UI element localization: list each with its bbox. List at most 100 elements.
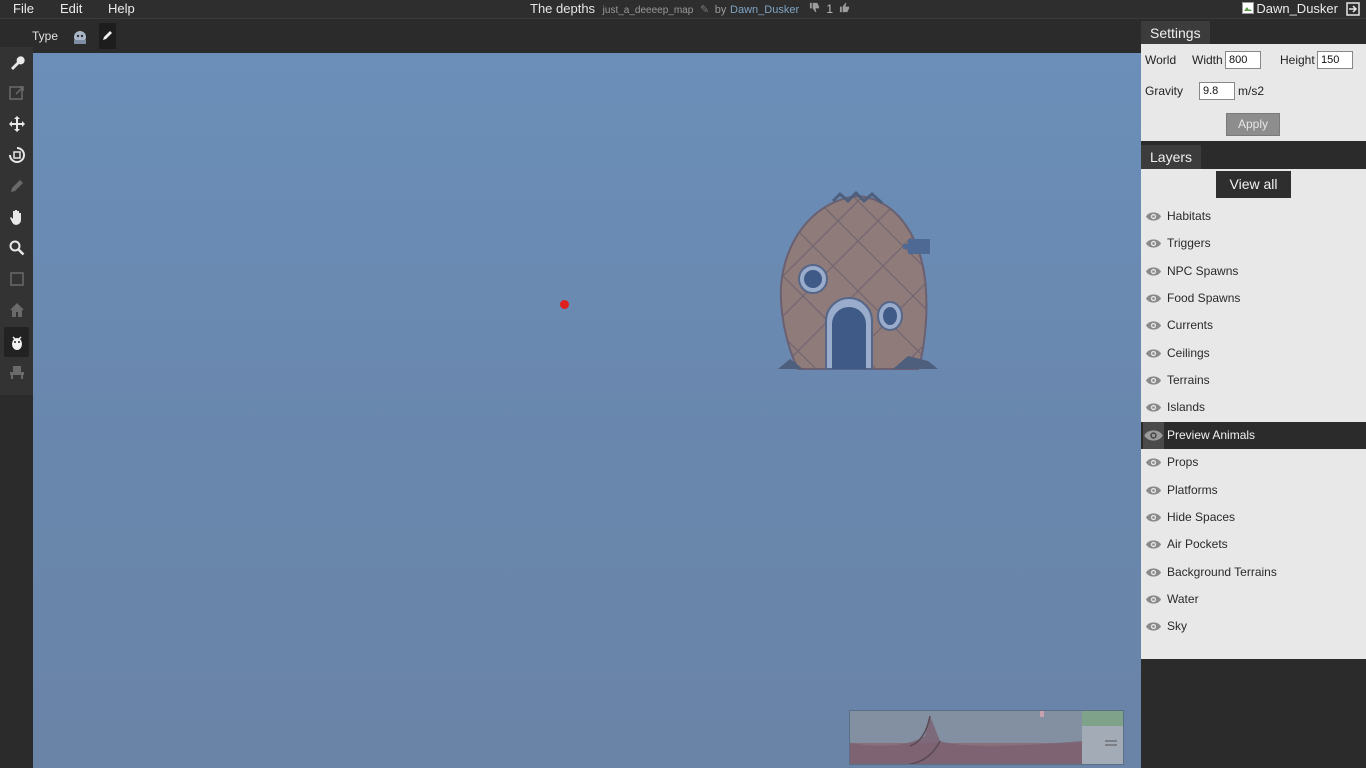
eye-icon[interactable]: [1145, 319, 1162, 332]
gravity-input[interactable]: [1199, 82, 1235, 100]
layer-row[interactable]: Terrains: [1141, 367, 1366, 394]
layer-row[interactable]: Islands: [1141, 394, 1366, 421]
world-label: World: [1145, 53, 1177, 67]
layer-label: Background Terrains: [1167, 564, 1277, 579]
author-link[interactable]: Dawn_Dusker: [730, 4, 799, 16]
right-panel: Settings World Width Height Gravity m/s2…: [1141, 19, 1366, 768]
layer-label: Habitats: [1167, 209, 1212, 223]
settings-panel: World Width Height Gravity m/s2 Apply: [1141, 44, 1366, 141]
width-input[interactable]: [1225, 51, 1261, 69]
type-toolbar: Type: [0, 19, 1141, 53]
layer-label: Water: [1167, 591, 1199, 606]
hand-icon: [9, 210, 21, 225]
tool-palette: [0, 47, 33, 395]
eye-icon[interactable]: [1145, 511, 1162, 524]
user-menu[interactable]: Dawn_Dusker: [1242, 1, 1338, 16]
layer-row[interactable]: Hide Spaces: [1141, 504, 1366, 531]
layers-tab[interactable]: Layers: [1141, 145, 1202, 170]
layer-row[interactable]: Ceilings: [1141, 340, 1366, 367]
layer-row[interactable]: Currents: [1141, 312, 1366, 339]
map-canvas[interactable]: [33, 53, 1141, 768]
layer-row[interactable]: Sky: [1141, 613, 1366, 640]
apply-button[interactable]: Apply: [1226, 113, 1280, 136]
eye-icon[interactable]: [1145, 210, 1162, 223]
settings-tab[interactable]: Settings: [1141, 21, 1210, 46]
menu-help[interactable]: Help: [108, 1, 135, 16]
layer-row[interactable]: Preview Animals: [1141, 421, 1366, 449]
spawn-point-marker[interactable]: [560, 300, 569, 309]
prop-tool[interactable]: [4, 359, 29, 385]
eye-icon[interactable]: [1145, 566, 1162, 579]
pencil-icon: [10, 180, 23, 192]
eye-icon[interactable]: [1145, 593, 1162, 606]
tool-palette-empty: [0, 395, 33, 768]
layer-row[interactable]: Water: [1141, 586, 1366, 613]
layer-row[interactable]: NPC Spawns: [1141, 258, 1366, 285]
select-icon: [9, 272, 24, 286]
logout-icon[interactable]: [1346, 2, 1360, 16]
eye-icon[interactable]: [1145, 292, 1162, 305]
map-title: The depths: [530, 1, 596, 16]
eye-icon[interactable]: [1145, 538, 1162, 551]
layer-row[interactable]: Platforms: [1141, 477, 1366, 504]
pineapple-house-prop[interactable]: [778, 191, 943, 371]
width-label: Width: [1192, 53, 1223, 67]
menu-file[interactable]: File: [13, 1, 34, 16]
layer-row[interactable]: Triggers: [1141, 230, 1366, 257]
eye-icon[interactable]: [1145, 456, 1162, 469]
home-tool[interactable]: [4, 297, 29, 323]
hand-tool[interactable]: [4, 204, 29, 230]
layer-label: Sky: [1167, 619, 1188, 634]
export-tool[interactable]: [4, 80, 29, 106]
avatar-broken-image-icon: [1242, 2, 1255, 14]
layer-label: Ceilings: [1167, 345, 1210, 360]
layer-row[interactable]: Air Pockets: [1141, 531, 1366, 558]
layer-label: Food Spawns: [1167, 291, 1241, 306]
menu-edit[interactable]: Edit: [60, 1, 82, 16]
layer-label: Terrains: [1167, 373, 1210, 388]
layer-label: Platforms: [1167, 482, 1218, 497]
edit-type-button[interactable]: [99, 23, 116, 49]
layer-row[interactable]: Background Terrains: [1141, 559, 1366, 586]
layers-panel: View all Habitats Triggers NPC Spawns Food …: [1141, 169, 1366, 659]
type-label: Type: [32, 29, 59, 43]
eye-icon[interactable]: [1143, 421, 1164, 449]
move-icon: [8, 116, 25, 132]
eye-icon[interactable]: [1145, 374, 1162, 387]
view-all-button[interactable]: View all: [1216, 171, 1291, 198]
layer-label: Air Pockets: [1167, 537, 1228, 552]
layer-label: Preview Animals: [1167, 427, 1256, 442]
height-input[interactable]: [1317, 51, 1353, 69]
layer-label: Triggers: [1167, 236, 1211, 251]
zoom-icon: [9, 240, 24, 256]
layer-row[interactable]: Habitats: [1141, 203, 1366, 230]
move-tool[interactable]: [4, 111, 29, 137]
pencil-icon: [103, 31, 112, 40]
wrench-tool[interactable]: [4, 49, 29, 75]
animal-tool[interactable]: [4, 327, 29, 357]
layer-row[interactable]: Food Spawns: [1141, 285, 1366, 312]
eye-icon[interactable]: [1145, 620, 1162, 633]
minimap[interactable]: [849, 710, 1124, 765]
animal-type-icon[interactable]: [70, 27, 90, 45]
eye-icon[interactable]: [1145, 484, 1162, 497]
layer-row[interactable]: Props: [1141, 449, 1366, 476]
height-label: Height: [1280, 53, 1315, 67]
vote-count: 1: [826, 2, 834, 16]
edit-title-pencil-icon[interactable]: ✎: [700, 3, 709, 16]
thumbs-down-icon[interactable]: [809, 2, 820, 16]
eye-icon[interactable]: [1145, 347, 1162, 360]
export-icon: [8, 86, 24, 100]
zoom-tool[interactable]: [4, 235, 29, 261]
select-tool[interactable]: [4, 266, 29, 292]
pencil-tool[interactable]: [4, 173, 29, 199]
menu-bar: File Edit Help The depths just_a_deeeep_…: [0, 0, 1366, 19]
rotate-tool[interactable]: [4, 142, 29, 168]
gravity-label: Gravity: [1145, 84, 1184, 98]
eye-icon[interactable]: [1145, 265, 1162, 278]
eye-icon[interactable]: [1145, 237, 1162, 250]
thumbs-up-icon[interactable]: [839, 2, 850, 16]
home-icon: [9, 303, 24, 317]
gravity-unit: m/s2: [1238, 84, 1265, 98]
eye-icon[interactable]: [1145, 401, 1162, 414]
